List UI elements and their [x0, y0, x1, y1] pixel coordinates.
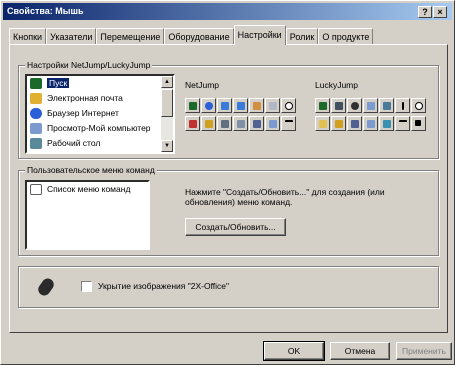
list-item[interactable]: Пуск: [27, 76, 173, 91]
properties-window: Свойства: Мышь ? × Кнопки Указатели Пере…: [0, 0, 455, 365]
netjump-label: NetJump: [185, 80, 220, 90]
scroll-up-icon[interactable]: ▲: [161, 76, 173, 88]
list-icon[interactable]: [217, 116, 232, 131]
create-update-button[interactable]: Создать/Обновить...: [185, 218, 286, 236]
home-icon[interactable]: [249, 98, 264, 113]
settings-panel: Настройки NetJump/LuckyJump Пуск Электро…: [9, 44, 448, 333]
tab-about[interactable]: О продукте: [318, 28, 374, 45]
list-item[interactable]: Список меню команд: [27, 182, 148, 197]
hide-image-label[interactable]: Укрытие изображения "2X-Office": [98, 281, 229, 291]
tab-settings[interactable]: Настройки: [233, 25, 286, 45]
start-icon: [30, 78, 42, 89]
cancel-x-icon[interactable]: [281, 116, 296, 131]
tab-buttons[interactable]: Кнопки: [9, 28, 47, 45]
help-button[interactable]: ?: [418, 6, 432, 18]
tab-motion[interactable]: Перемещение: [96, 28, 165, 45]
cursor-bar-icon[interactable]: [395, 98, 410, 113]
tile-icon[interactable]: [249, 116, 264, 131]
my-computer-icon: [30, 123, 42, 134]
tab-hardware[interactable]: Оборудование: [164, 28, 234, 45]
command-menu-list[interactable]: Список меню команд: [25, 180, 150, 250]
list-scrollbar[interactable]: ▲ ▼: [161, 76, 173, 152]
command-menu-legend: Пользовательское меню команд: [25, 165, 157, 175]
mail-icon: [30, 93, 42, 104]
start-icon[interactable]: [185, 98, 200, 113]
browser-icon[interactable]: [201, 98, 216, 113]
target-icon[interactable]: [411, 98, 426, 113]
list-item[interactable]: Электронная почта: [27, 91, 173, 106]
cancel-button[interactable]: Отмена: [330, 342, 390, 360]
tile-icon[interactable]: [347, 116, 362, 131]
image-group: Укрытие изображения "2X-Office": [18, 266, 439, 308]
title-bar: Свойства: Мышь ? ×: [3, 3, 452, 20]
desktop-icon: [30, 138, 42, 149]
apply-button[interactable]: Применить: [396, 342, 452, 360]
my-computer-icon[interactable]: [265, 116, 280, 131]
list-icon[interactable]: [331, 98, 346, 113]
sound-icon[interactable]: [331, 116, 346, 131]
ok-button[interactable]: OK: [264, 342, 324, 360]
list-item[interactable]: Браузер Интернет: [27, 106, 173, 121]
scroll-thumb[interactable]: [161, 89, 173, 117]
command-menu-hint: Нажмите "Создать/Обновить..." для создан…: [185, 187, 385, 207]
folder-icon[interactable]: [315, 116, 330, 131]
netjump-group-legend: Настройки NetJump/LuckyJump: [25, 60, 153, 70]
mouse-icon[interactable]: [347, 98, 362, 113]
my-computer-icon[interactable]: [363, 116, 378, 131]
settings-icon[interactable]: [379, 98, 394, 113]
list-item[interactable]: Рабочий стол: [27, 136, 173, 151]
sound-icon[interactable]: [201, 116, 216, 131]
hide-image-checkbox[interactable]: [81, 281, 92, 292]
forward-arrow-icon[interactable]: [233, 98, 248, 113]
target-icon[interactable]: [281, 98, 296, 113]
document-icon[interactable]: [265, 98, 280, 113]
netjump-group: Настройки NetJump/LuckyJump Пуск Электро…: [18, 60, 439, 159]
window-title: Свойства: Мышь: [7, 6, 84, 16]
jump-target-list[interactable]: Пуск Электронная почта Браузер Интернет …: [25, 74, 175, 154]
command-menu-group: Пользовательское меню команд Список меню…: [18, 165, 439, 256]
scroll-down-icon[interactable]: ▼: [161, 140, 173, 152]
browser-icon: [30, 108, 42, 119]
mouse-icon: [35, 276, 57, 298]
tab-strip: Кнопки Указатели Перемещение Оборудовани…: [9, 25, 374, 45]
resize-arrow-icon[interactable]: [411, 116, 426, 131]
list-icon: [30, 184, 42, 195]
my-computer-icon[interactable]: [363, 98, 378, 113]
close-button[interactable]: ×: [433, 6, 447, 18]
list-item[interactable]: Просмотр-Мой компьютер: [27, 121, 173, 136]
luckyjump-label: LuckyJump: [315, 80, 358, 90]
start-icon[interactable]: [315, 98, 330, 113]
tab-wheel[interactable]: Ролик: [285, 28, 319, 45]
back-arrow-icon[interactable]: [217, 98, 232, 113]
cancel-x-icon[interactable]: [395, 116, 410, 131]
tab-pointers[interactable]: Указатели: [46, 28, 97, 45]
close-window-icon[interactable]: [185, 116, 200, 131]
window-icon[interactable]: [233, 116, 248, 131]
eraser-icon[interactable]: [379, 116, 394, 131]
